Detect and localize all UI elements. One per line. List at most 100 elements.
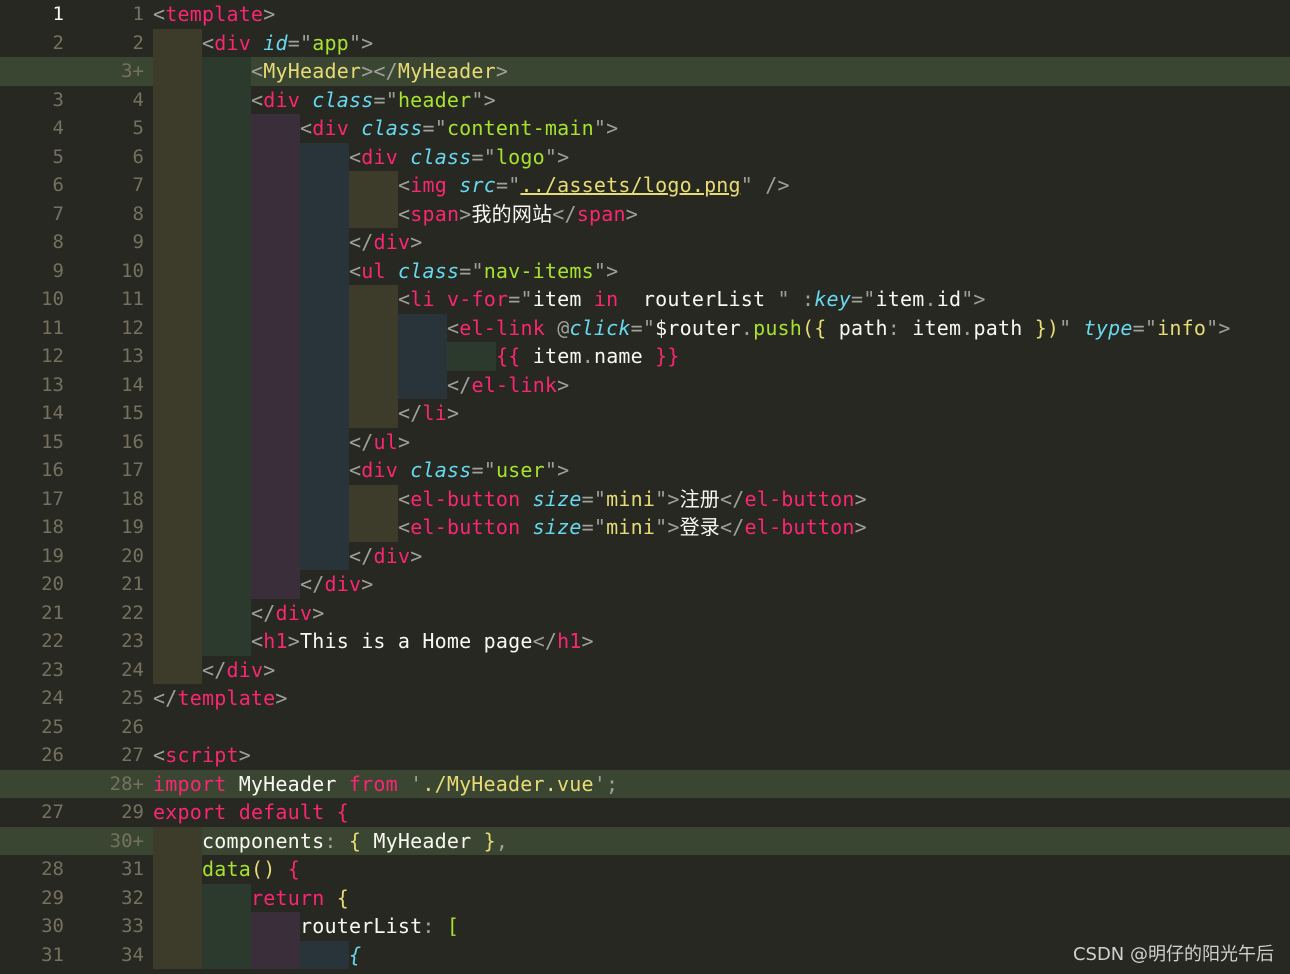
code-token: "> (348, 30, 374, 55)
line-number-old: 30 (41, 915, 64, 937)
code-text: <div class="content-main"> (300, 114, 618, 143)
code-editor[interactable]: 1 1 <template> 2 2 <div id="app"> 3+ <MyHeader>… (0, 0, 1290, 974)
code-token: div (263, 87, 300, 112)
code-token: </ (251, 600, 276, 625)
code-token: template (165, 2, 264, 26)
line-number-new: 10 (121, 259, 144, 282)
code-line[interactable]: 19 20 </div> (0, 541, 1290, 571)
code-line[interactable]: 6 7 <img src="../assets/logo.png" /> (0, 171, 1290, 200)
line-number-new: 15 (121, 402, 144, 424)
code-token: =" (581, 515, 607, 539)
indent-guide (153, 256, 202, 285)
code-line[interactable]: 30 33 routerList: [ (0, 912, 1290, 941)
indent-guide (202, 912, 251, 941)
indent-guide (202, 370, 251, 399)
code-token: < (251, 629, 264, 653)
code-line[interactable]: 11 12 <el-link @click="$router.push({ path… (0, 313, 1290, 342)
code-token: MyHeader (397, 59, 496, 83)
code-token: This is a Home page (299, 629, 533, 653)
code-line[interactable]: 12 13 {{ item.name }} (0, 342, 1290, 371)
code-token: el-button (410, 486, 521, 511)
code-token: el-button (744, 515, 855, 539)
code-token: ul (361, 258, 386, 283)
code-text: </el-link> (447, 371, 569, 400)
code-token: </ (349, 429, 374, 454)
code-token: default (238, 800, 325, 824)
code-token: $router (655, 315, 741, 340)
line-number-old: 28 (41, 858, 64, 880)
code-line[interactable]: 7 8 <span>我的网站</span> (0, 199, 1290, 228)
code-line[interactable]: 5 6 <div class="logo"> (0, 142, 1290, 171)
line-number-new: 28+ (109, 772, 144, 795)
indent-guide (398, 313, 447, 342)
code-token: span (410, 201, 460, 226)
code-token: </ (552, 201, 577, 226)
line-number-old: 19 (41, 544, 64, 567)
code-token: el-button (744, 486, 855, 511)
code-token: > (238, 743, 251, 767)
indent-guide (349, 370, 398, 399)
line-number-new: 8 (132, 202, 144, 225)
code-text: </li> (398, 399, 459, 428)
code-line[interactable]: 10 11 <li v-for="item in routerList " :key… (0, 285, 1290, 314)
code-line[interactable]: 15 16 </ul> (0, 427, 1290, 456)
code-line[interactable]: 23 24 </div> (0, 655, 1290, 684)
indent-guide (202, 199, 251, 228)
indent-guide (251, 513, 300, 542)
code-line[interactable]: 8 9 </div> (0, 228, 1290, 257)
code-line[interactable]: 30+ components: { MyHeader }, (0, 826, 1290, 855)
code-line[interactable]: 26 27 <script> (0, 741, 1290, 770)
code-token: < (398, 201, 411, 226)
code-line[interactable]: 17 18 <el-button size="mini">注册</el-button… (0, 484, 1290, 513)
code-line[interactable]: 18 19 <el-button size="mini">登录</el-button… (0, 513, 1290, 542)
line-number-new: 18 (121, 487, 144, 510)
code-token: " : (777, 287, 815, 311)
line-number-new: 5 (132, 117, 144, 139)
indent-guide (300, 456, 349, 485)
indent-guide (251, 228, 300, 257)
code-line[interactable]: 9 10 <ul class="nav-items"> (0, 256, 1290, 285)
code-token: "> (655, 515, 680, 539)
indent-guide (202, 114, 251, 143)
code-line[interactable]: 28+ import MyHeader from './MyHeader.vue'… (0, 769, 1290, 798)
code-line[interactable]: 3+ <MyHeader></MyHeader> (0, 57, 1290, 86)
code-token: > (495, 59, 509, 83)
indent-guide (349, 285, 398, 314)
code-text: routerList: [ (300, 912, 459, 941)
indent-guide (251, 370, 300, 399)
code-line[interactable]: 3 4 <div class="header"> (0, 85, 1290, 114)
indent-guide (251, 570, 300, 599)
code-line[interactable]: 22 23 <h1>This is a Home page</h1> (0, 627, 1290, 656)
indent-guide (153, 627, 202, 656)
code-line[interactable]: 21 22 </div> (0, 598, 1290, 627)
code-line[interactable]: 24 25 </template> (0, 684, 1290, 713)
code-line[interactable]: 2 2 <div id="app"> (0, 28, 1290, 57)
indent-guide (153, 513, 202, 542)
code-line[interactable]: 4 5 <div class="content-main"> (0, 114, 1290, 143)
line-number-old: 1 (52, 3, 64, 25)
indent-guide (202, 313, 251, 342)
code-line[interactable]: 14 15 </li> (0, 399, 1290, 428)
code-line[interactable]: 1 1 <template> (0, 0, 1290, 29)
code-line[interactable]: 20 21 </div> (0, 570, 1290, 599)
code-text: export default { (153, 798, 349, 827)
code-token: [ (446, 914, 460, 938)
indent-guide (153, 142, 202, 171)
code-line[interactable]: 16 17 <div class="user"> (0, 456, 1290, 485)
code-line[interactable]: 28 31 data() { (0, 855, 1290, 884)
indent-guide (251, 399, 300, 428)
code-line[interactable]: 25 26 (0, 713, 1290, 742)
code-token: ./MyHeader.vue (422, 771, 594, 796)
code-token: div (324, 572, 362, 596)
code-line[interactable]: 13 14 </el-link> (0, 370, 1290, 400)
code-token: > (459, 201, 472, 226)
code-token: < (349, 144, 362, 169)
code-line[interactable]: 29 32 return { (0, 883, 1290, 912)
code-text: </div> (349, 542, 422, 571)
code-line[interactable]: 27 29 export default { (0, 798, 1290, 827)
code-token: </ (447, 372, 472, 397)
indent-guide (153, 57, 202, 86)
